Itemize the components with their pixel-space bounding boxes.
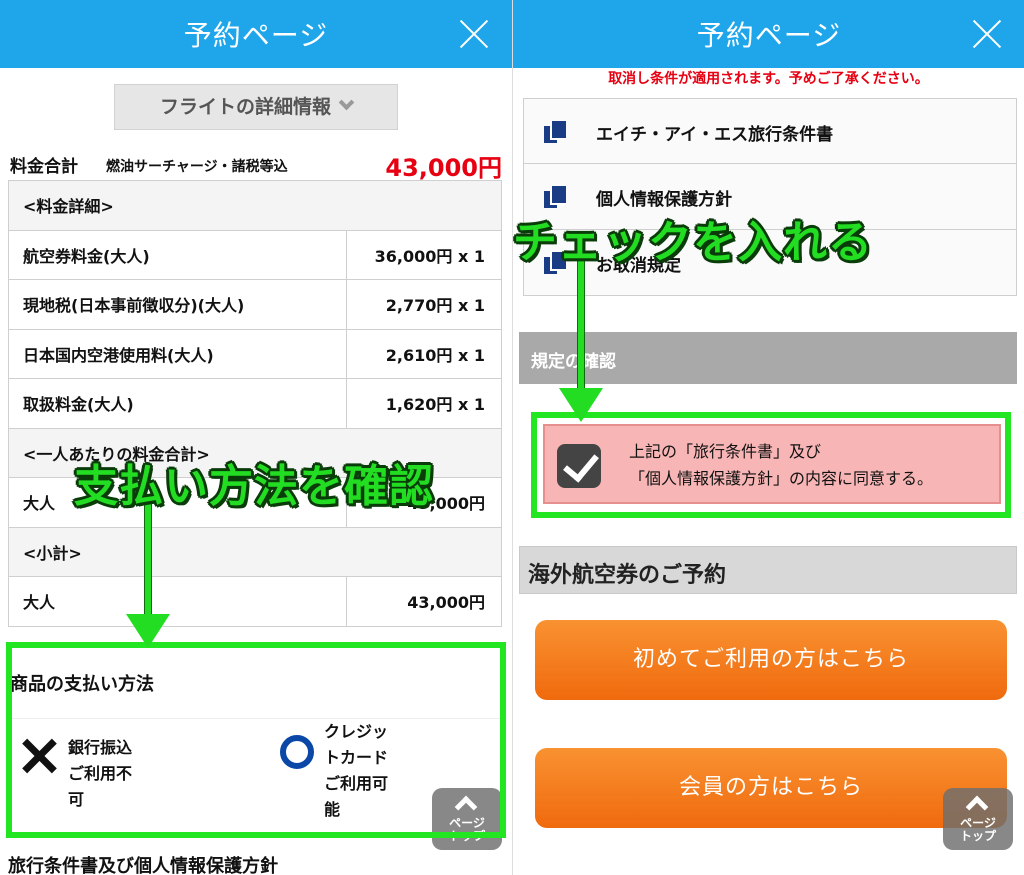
section-label: <料金詳細> (8, 180, 502, 231)
annotation-highlight-box (531, 412, 1011, 518)
fare-breakdown-table: <料金詳細> 航空券料金(大人) 36,000円 x 1 現地税(日本事前徴収分)… (8, 180, 502, 627)
annotation-arrow-icon (559, 252, 603, 424)
row-label: 現地税(日本事前徴収分)(大人) (8, 279, 347, 330)
row-value: 2,770円 x 1 (346, 279, 502, 330)
document-label: エイチ・アイ・エス旅行条件書 (596, 125, 834, 145)
chevron-up-icon (965, 795, 989, 819)
row-value: 1,620円 x 1 (346, 378, 502, 429)
left-panel: 予約ページ フライトの詳細情報 料金合計 燃油サーチャージ・諸税等込 43,00… (0, 0, 512, 875)
page-top-button[interactable]: ページ トップ (943, 788, 1013, 850)
page-top-label: ページ トップ (959, 816, 996, 843)
fare-total-amount: 43,000円 (385, 154, 502, 182)
chevron-down-icon (338, 94, 355, 111)
row-value: 2,610円 x 1 (346, 328, 502, 379)
header-bar: 予約ページ (513, 0, 1024, 68)
fare-total-label: 料金合計 (10, 157, 78, 177)
row-label: 航空券料金(大人) (8, 229, 347, 280)
table-row: <料金詳細> (8, 180, 502, 231)
page-title: 予約ページ (696, 19, 842, 52)
close-icon[interactable] (971, 18, 1003, 50)
first-time-user-button[interactable]: 初めてご利用の方はこちら (535, 620, 1007, 700)
row-label: 日本国内空港使用料(大人) (8, 328, 347, 379)
member-button[interactable]: 会員の方はこちら (535, 748, 1007, 828)
right-panel: 予約ページ 取消し条件が適用されます。予めご了承ください。 エイチ・アイ・エス旅… (512, 0, 1024, 875)
fare-total-note: 燃油サーチャージ・諸税等込 (106, 159, 288, 175)
booking-heading-label: 海外航空券のご予約 (528, 563, 727, 588)
document-link-travel-terms[interactable]: エイチ・アイ・エス旅行条件書 (523, 98, 1017, 164)
annotation-check-payment: 支払い方法を確認 (74, 461, 434, 512)
table-row: 航空券料金(大人) 36,000円 x 1 (8, 229, 502, 280)
row-label: 取扱料金(大人) (8, 378, 347, 429)
document-icon (544, 186, 566, 208)
section-label: <小計> (8, 526, 502, 577)
row-label: 大人 (8, 576, 347, 627)
fare-total: 料金合計 燃油サーチャージ・諸税等込 43,000円 (10, 150, 502, 182)
table-row: 現地税(日本事前徴収分)(大人) 2,770円 x 1 (8, 279, 502, 330)
flight-details-label: フライトの詳細情報 (159, 96, 331, 118)
cancel-condition-note: 取消し条件が適用されます。予めご了承ください。 (608, 71, 929, 87)
table-row: <小計> (8, 526, 502, 577)
close-icon[interactable] (458, 18, 490, 50)
header-bar: 予約ページ (0, 0, 512, 68)
booking-heading: 海外航空券のご予約 (519, 546, 1017, 594)
page-title: 予約ページ (183, 19, 329, 52)
annotation-check-box: チェックを入れる (513, 217, 873, 268)
annotation-highlight-box (6, 642, 506, 838)
policy-heading: 旅行条件書及び個人情報保護方針 (8, 856, 278, 875)
annotation-arrow-icon (126, 500, 170, 650)
row-value: 43,000円 (346, 576, 502, 627)
table-row: 取扱料金(大人) 1,620円 x 1 (8, 378, 502, 429)
document-icon (544, 121, 566, 143)
row-value: 36,000円 x 1 (346, 229, 502, 280)
flight-details-button[interactable]: フライトの詳細情報 (114, 84, 398, 130)
table-row: 日本国内空港使用料(大人) 2,610円 x 1 (8, 328, 502, 379)
table-row: 大人 43,000円 (8, 576, 502, 627)
